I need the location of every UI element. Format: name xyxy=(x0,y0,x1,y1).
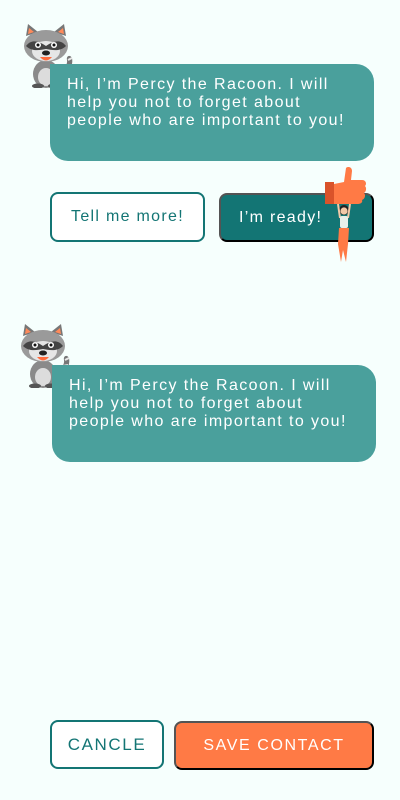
chat-screen: Hi, I’m Percy the Racoon. I will help yo… xyxy=(0,0,400,800)
tell-me-more-button[interactable]: Tell me more! xyxy=(50,192,205,242)
cancel-button[interactable]: CANCLE xyxy=(50,720,164,769)
save-contact-button[interactable]: SAVE CONTACT xyxy=(174,721,374,770)
chat-bubble: Hi, I’m Percy the Racoon. I will help yo… xyxy=(50,64,374,161)
chat-bubble: Hi, I’m Percy the Racoon. I will help yo… xyxy=(52,365,376,462)
thumbs-up-icon xyxy=(318,166,368,266)
